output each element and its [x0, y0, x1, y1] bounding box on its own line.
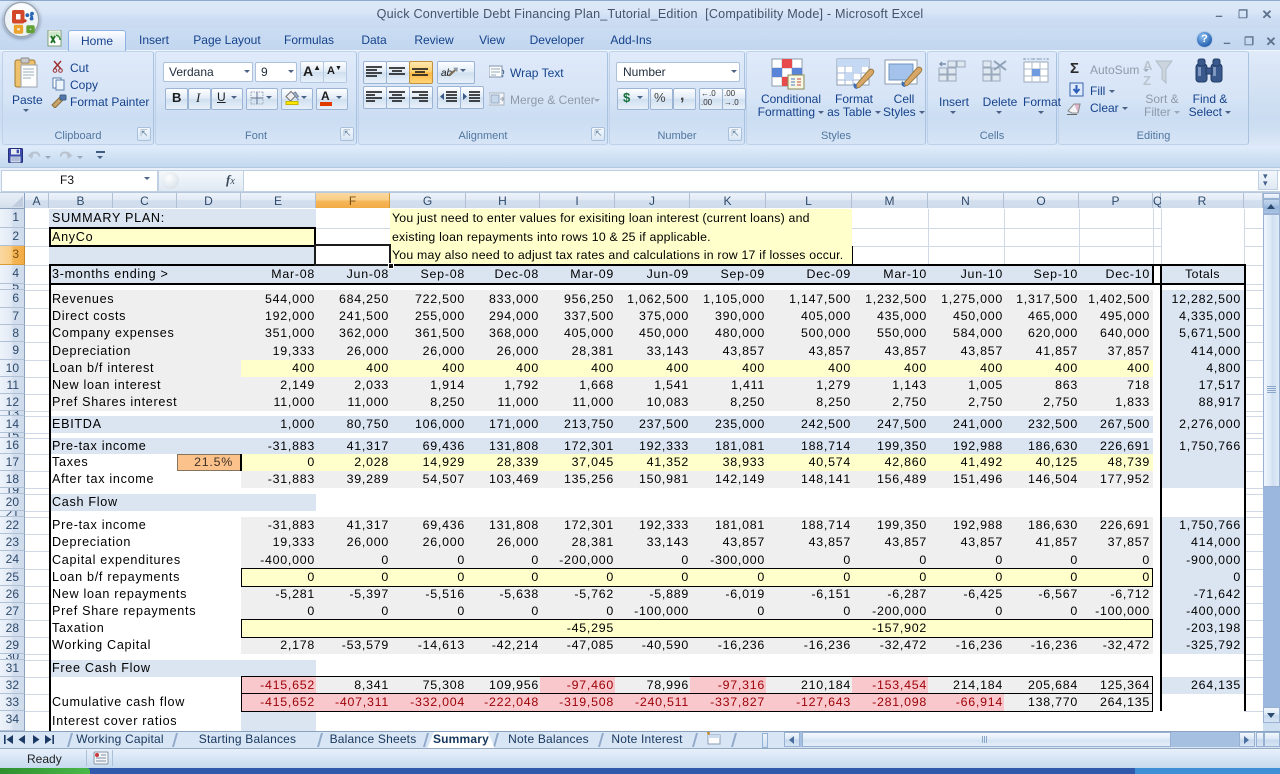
svg-text:Z: Z [1143, 73, 1151, 88]
svg-text:A: A [1143, 58, 1153, 73]
